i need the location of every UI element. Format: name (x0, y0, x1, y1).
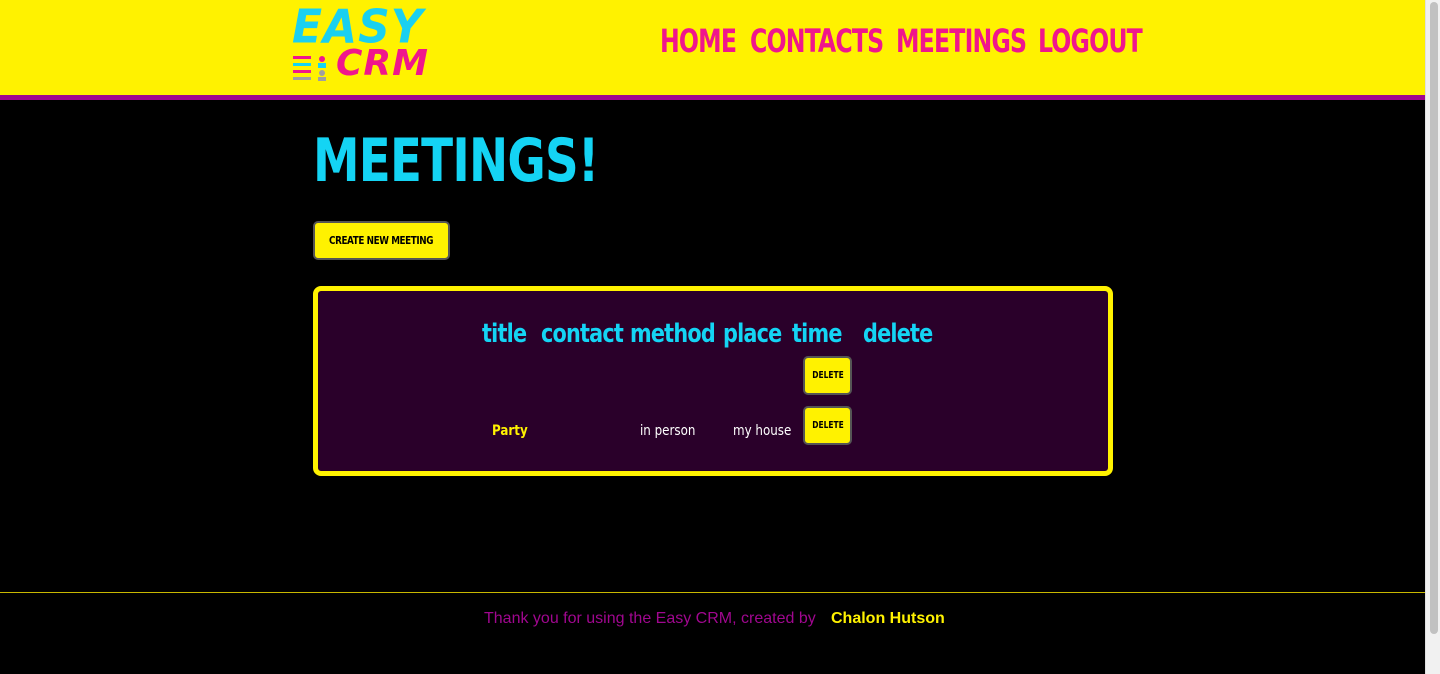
footer-author-link[interactable]: Chalon Hutson (831, 610, 945, 628)
logo-contacts-icon (293, 56, 326, 81)
page-title: MEETINGS! (313, 126, 599, 196)
meetings-table: title contact method place time delete D… (313, 286, 1113, 476)
delete-meeting-button[interactable]: DELETE (803, 356, 852, 395)
column-header-delete: delete (863, 319, 933, 349)
vertical-scrollbar[interactable] (1425, 0, 1440, 674)
column-header-method: method (630, 319, 716, 349)
meeting-place-cell: my house (733, 423, 792, 439)
main-nav: HOME CONTACTS MEETINGS LOGOUT (660, 23, 1143, 59)
delete-button-label: DELETE (811, 370, 844, 381)
column-header-place: place (723, 319, 782, 349)
nav-logout-link[interactable]: LOGOUT (1038, 23, 1143, 59)
delete-button-label: DELETE (811, 420, 844, 431)
footer-thanks-text: Thank you for using the Easy CRM, create… (484, 610, 816, 627)
site-footer: Thank you for using the Easy CRM, create… (0, 592, 1425, 674)
create-new-meeting-label: CREATE NEW MEETING (329, 234, 434, 247)
page: EASY CRM HOME CONTACTS MEETINGS LOGOUT M… (0, 0, 1425, 674)
nav-meetings-link[interactable]: MEETINGS (896, 23, 1027, 59)
create-new-meeting-button[interactable]: CREATE NEW MEETING (313, 221, 450, 260)
column-header-contact: contact (541, 319, 624, 349)
meeting-title-cell: Party (492, 423, 528, 439)
column-header-time: time (792, 319, 842, 349)
meeting-method-cell: in person (640, 423, 696, 439)
column-header-title: title (482, 319, 527, 349)
scrollbar-thumb[interactable] (1430, 2, 1438, 634)
site-header: EASY CRM HOME CONTACTS MEETINGS LOGOUT (0, 0, 1425, 100)
nav-contacts-link[interactable]: CONTACTS (750, 23, 884, 59)
nav-home-link[interactable]: HOME (660, 23, 737, 59)
delete-meeting-button[interactable]: DELETE (803, 406, 852, 445)
easy-crm-logo[interactable]: EASY CRM (292, 4, 437, 85)
logo-text-crm: CRM (336, 43, 429, 84)
